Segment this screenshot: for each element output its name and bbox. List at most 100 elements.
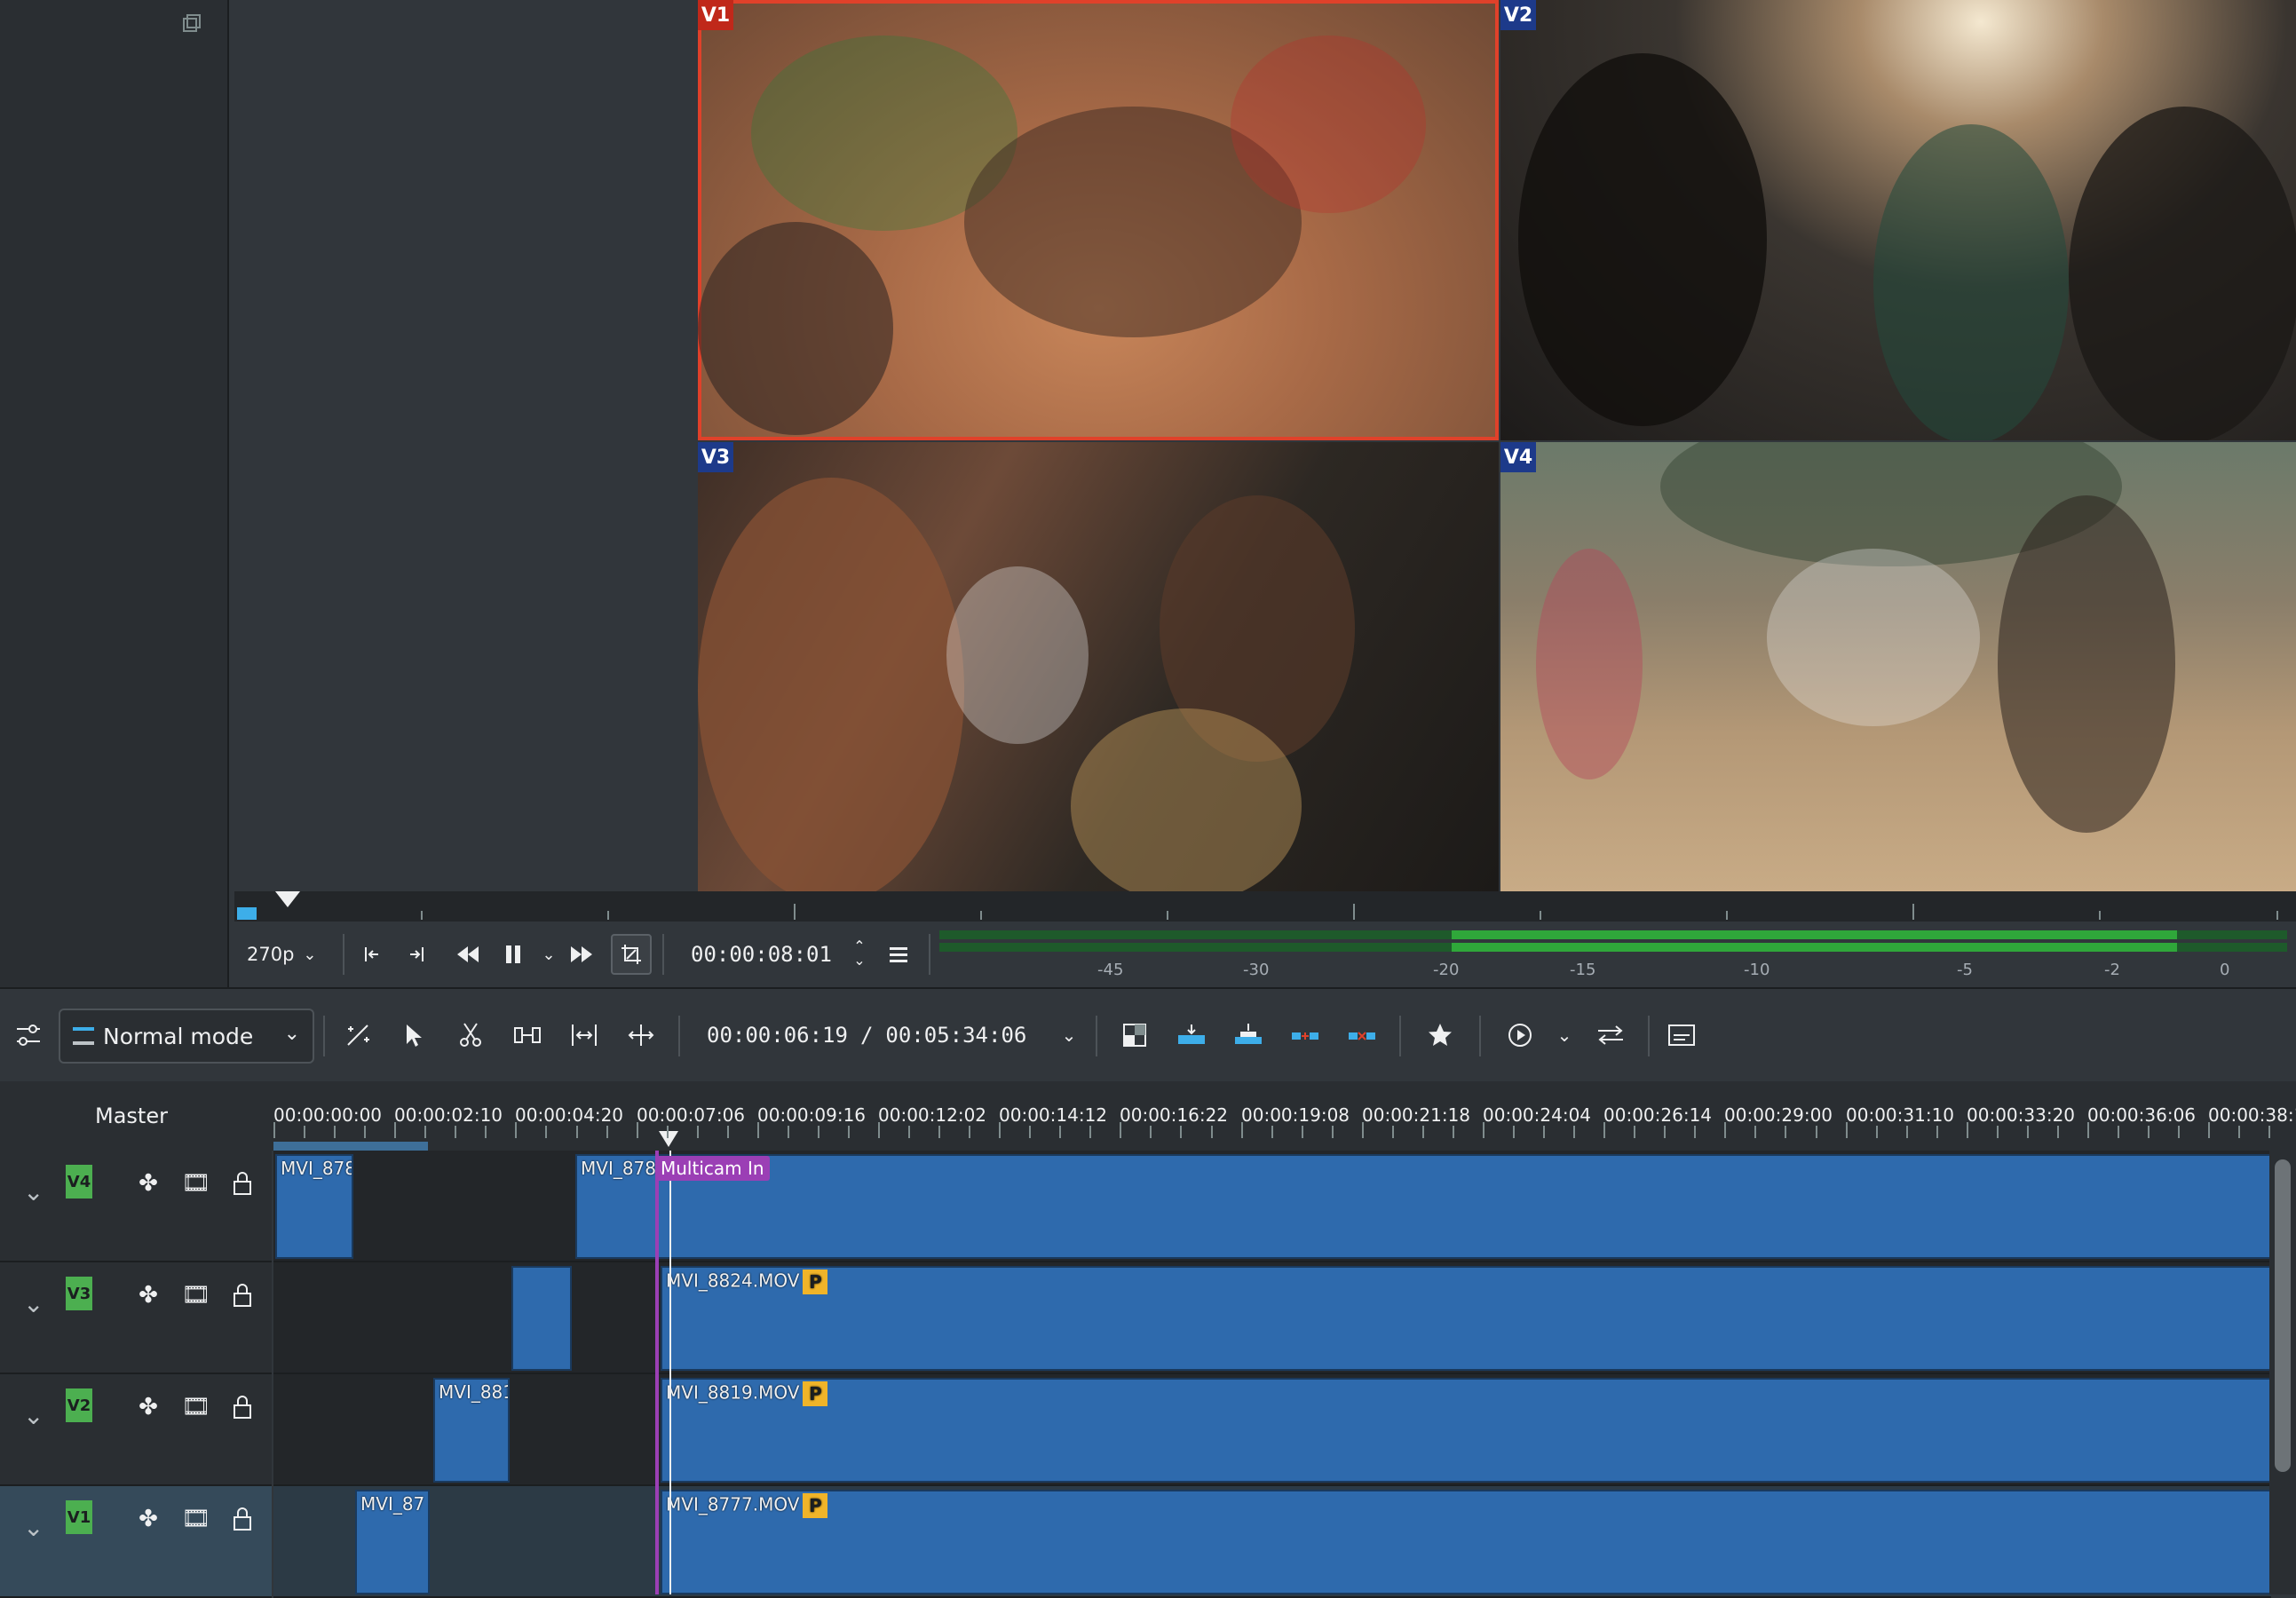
multicam-guide-line bbox=[655, 1151, 659, 1594]
play-options-chevron-icon[interactable]: ⌄ bbox=[538, 936, 559, 973]
lock-icon[interactable] bbox=[227, 1504, 257, 1534]
timeline-ruler[interactable]: 00:00:00:00 00:00:02:10 00:00:04:20 00:00:0… bbox=[273, 1081, 2296, 1151]
effects-wand-icon[interactable]: ✤ bbox=[133, 1504, 163, 1534]
film-strip-icon[interactable]: 🎞 bbox=[181, 1280, 211, 1310]
monitor-menu-button[interactable] bbox=[883, 936, 914, 973]
effects-wand-icon[interactable]: ✤ bbox=[133, 1168, 163, 1198]
edit-mode-select[interactable]: Normal mode ⌄ bbox=[59, 1009, 314, 1064]
ruler-tick bbox=[2087, 1122, 2089, 1138]
resolution-select[interactable]: 270p ⌄ bbox=[247, 936, 317, 973]
track-lane-v3[interactable]: MVI_8824.MOV P bbox=[273, 1262, 2273, 1374]
spacer-tool-button[interactable] bbox=[339, 1016, 378, 1055]
monitor-seek-handle[interactable] bbox=[275, 891, 300, 907]
set-zone-in-button[interactable] bbox=[353, 936, 389, 973]
camera-view-v4[interactable]: V4 bbox=[1500, 442, 2296, 891]
ruler-time-label: 00:00:36:06 bbox=[2087, 1104, 2197, 1126]
timeline-clip[interactable]: MVI_8824.MOV P bbox=[661, 1266, 2273, 1371]
razor-tool-button[interactable] bbox=[451, 1016, 490, 1055]
camera-view-v1[interactable]: V1 bbox=[698, 0, 1499, 440]
timeline-position: 00:00:06:19 bbox=[707, 1023, 848, 1048]
forward-button[interactable] bbox=[563, 936, 600, 973]
timeline-zone[interactable] bbox=[273, 1142, 428, 1151]
timecode-separator: / bbox=[859, 1023, 874, 1048]
composite-button[interactable] bbox=[1115, 1016, 1154, 1055]
lock-icon[interactable] bbox=[227, 1392, 257, 1422]
timecode-format-chevron-icon[interactable]: ⌄ bbox=[1058, 1016, 1080, 1055]
timecode-spinner[interactable]: ⌃ ⌄ bbox=[849, 932, 870, 975]
track-tag[interactable]: V1 bbox=[66, 1500, 92, 1534]
ruler-time-label: 00:00:29:00 bbox=[1724, 1104, 1833, 1126]
timeline-clip[interactable] bbox=[511, 1266, 572, 1371]
ruler-tick bbox=[1180, 1126, 1182, 1138]
track-tag[interactable]: V4 bbox=[66, 1165, 92, 1198]
record-options-chevron-icon[interactable]: ⌄ bbox=[1554, 1016, 1575, 1055]
slip-tool-button[interactable] bbox=[622, 1016, 661, 1055]
effects-wand-icon[interactable]: ✤ bbox=[133, 1392, 163, 1422]
track-lane-v1[interactable]: MVI_87 MVI_8777.MOV P bbox=[273, 1486, 2273, 1598]
record-audio-button[interactable] bbox=[1500, 1016, 1540, 1055]
timeline-clip[interactable]: MVI_8777.MOV P bbox=[661, 1490, 2273, 1594]
track-lane-v2[interactable]: MVI_881 MVI_8819.MOV P bbox=[273, 1374, 2273, 1486]
ruler-tick bbox=[2178, 1126, 2180, 1138]
track-settings-button[interactable] bbox=[11, 1016, 46, 1055]
collapse-track-icon[interactable]: ⌄ bbox=[23, 1289, 44, 1318]
lock-icon[interactable] bbox=[227, 1168, 257, 1198]
ruler-tick bbox=[394, 1122, 396, 1138]
monitor-seek-ruler[interactable] bbox=[234, 891, 2296, 922]
ruler-time-label: 00:00:19:08 bbox=[1241, 1104, 1350, 1126]
multicam-in-marker[interactable]: Multicam In bbox=[655, 1156, 770, 1181]
ruler-tick bbox=[757, 1122, 759, 1138]
timeline-scrollbar[interactable] bbox=[2275, 1159, 2291, 1472]
record-icon bbox=[1508, 1024, 1532, 1047]
meter-scale-label: 0 bbox=[2220, 961, 2230, 979]
rewind-button[interactable] bbox=[449, 936, 487, 973]
timeline-clip[interactable]: MVI_881 bbox=[433, 1378, 510, 1483]
track-lane-v4[interactable]: MVI_878 MVI_878 bbox=[273, 1151, 2273, 1262]
timeline-position-display[interactable]: 00:00:06:19 / 00:05:34:06 bbox=[707, 1016, 1026, 1055]
timeline-clip[interactable]: MVI_878 bbox=[275, 1154, 353, 1259]
dock-float-icon[interactable] bbox=[181, 12, 204, 36]
timeline-clip[interactable]: MVI_8819.MOV P bbox=[661, 1378, 2273, 1483]
set-zone-out-button[interactable] bbox=[400, 936, 435, 973]
effects-wand-icon[interactable]: ✤ bbox=[133, 1280, 163, 1310]
collapse-track-icon[interactable]: ⌄ bbox=[23, 1513, 44, 1542]
film-strip-icon[interactable]: 🎞 bbox=[181, 1168, 211, 1198]
timeline-clip[interactable]: MVI_87 bbox=[355, 1490, 430, 1594]
subtitles-button[interactable] bbox=[1662, 1016, 1701, 1055]
track-tag[interactable]: V3 bbox=[66, 1277, 92, 1310]
lift-button[interactable] bbox=[1342, 1016, 1382, 1055]
extract-button[interactable] bbox=[1286, 1016, 1325, 1055]
spacer-button[interactable] bbox=[508, 1016, 547, 1055]
monitor-timecode[interactable]: 00:00:08:01 bbox=[691, 936, 832, 973]
meter-scale-label: -2 bbox=[2104, 961, 2120, 979]
timeline-clip[interactable]: MVI_878 bbox=[575, 1154, 2273, 1259]
crop-toggle-button[interactable] bbox=[611, 934, 652, 975]
insert-clip-button[interactable] bbox=[1172, 1016, 1211, 1055]
selection-tool-button[interactable] bbox=[394, 1016, 433, 1055]
clip-name: MVI_8777.MOV P bbox=[666, 1493, 828, 1518]
timeline-toolbar: Normal mode ⌄ 00:00:06:19 / 00:05:34:06 … bbox=[0, 987, 2296, 1083]
film-strip-icon[interactable]: 🎞 bbox=[181, 1392, 211, 1422]
slip-icon bbox=[628, 1024, 654, 1046]
collapse-track-icon[interactable]: ⌄ bbox=[23, 1177, 44, 1206]
mixer-button[interactable] bbox=[1591, 1016, 1630, 1055]
ripple-tool-button[interactable] bbox=[565, 1016, 604, 1055]
clip-name: MVI_8819.MOV P bbox=[666, 1381, 828, 1406]
overwrite-clip-button[interactable] bbox=[1229, 1016, 1268, 1055]
lock-icon[interactable] bbox=[227, 1280, 257, 1310]
film-strip-icon[interactable]: 🎞 bbox=[181, 1504, 211, 1534]
master-track-label[interactable]: Master bbox=[0, 1081, 263, 1151]
camera-view-v3[interactable]: V3 bbox=[698, 442, 1499, 891]
timeline-playhead-line[interactable] bbox=[669, 1151, 671, 1594]
favorite-effects-button[interactable] bbox=[1421, 1016, 1460, 1055]
camera-view-v2[interactable]: V2 bbox=[1500, 0, 2296, 440]
ruler-tick bbox=[637, 1122, 638, 1138]
chevron-down-icon[interactable]: ⌄ bbox=[853, 953, 865, 968]
collapse-track-icon[interactable]: ⌄ bbox=[23, 1401, 44, 1430]
track-tag[interactable]: V2 bbox=[66, 1388, 92, 1422]
pause-button[interactable] bbox=[495, 936, 531, 973]
proxy-badge: P bbox=[803, 1381, 828, 1406]
multicam-monitor[interactable]: V1 V2 V3 V4 bbox=[234, 0, 2296, 891]
timeline-playhead-handle[interactable] bbox=[659, 1131, 678, 1147]
ruler-tick bbox=[606, 1126, 608, 1138]
